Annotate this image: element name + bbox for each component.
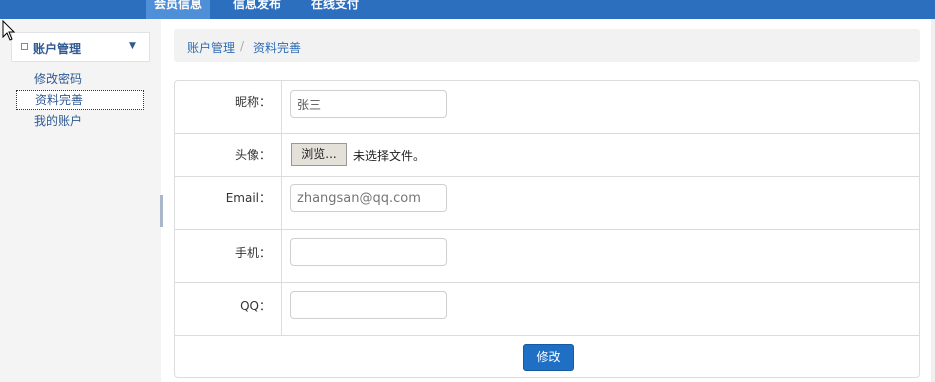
sidebar-section-header[interactable]: 账户管理 ▼ [11,32,150,62]
phone-input[interactable] [290,238,447,266]
file-status-text: 未选择文件。 [353,149,426,163]
breadcrumb: 账户管理 / 资料完善 [174,29,920,62]
scrollbar[interactable] [931,19,935,382]
sidebar-section-title: 账户管理 [33,42,82,56]
form-row-phone: 手机： [175,230,919,283]
sidebar-item-my-account[interactable]: 我的账户 [16,111,144,131]
collapse-box-icon [21,43,28,50]
breadcrumb-item-profile: 资料完善 [253,41,302,55]
nickname-input[interactable] [290,90,447,118]
avatar-label: 头像： [234,148,271,162]
submit-button[interactable]: 修改 [523,344,574,371]
email-input[interactable] [290,184,447,212]
form-row-email: Email： [175,177,919,230]
browse-file-button[interactable]: 浏览... [291,143,347,166]
breadcrumb-separator: / [240,39,245,53]
chevron-down-icon: ▼ [129,41,136,51]
phone-label: 手机： [234,246,271,260]
sidebar-item-change-password[interactable]: 修改密码 [16,69,144,89]
sidebar-item-profile[interactable]: 资料完善 [16,90,144,110]
top-nav-bar: 会员信息 信息发布 在线支付 [0,0,935,19]
sidebar-splitter[interactable] [160,195,163,227]
mouse-cursor-icon [2,20,16,41]
nickname-label: 昵称： [234,95,271,109]
form-row-qq: QQ： [175,283,919,336]
email-label: Email： [225,191,271,205]
form-row-nickname: 昵称： [175,81,919,134]
breadcrumb-item-account[interactable]: 账户管理 [187,39,235,56]
profile-form: 昵称： 头像： 浏览... 未选择文件。 Email： 手机： QQ： 修改 [174,80,920,378]
tab-online-payment[interactable]: 在线支付 [311,0,359,19]
sidebar: 账户管理 ▼ 修改密码 资料完善 我的账户 [0,19,161,382]
qq-label: QQ： [240,299,271,313]
form-row-avatar: 头像： 浏览... 未选择文件。 [175,134,919,177]
tab-member-info[interactable]: 会员信息 [146,0,211,19]
qq-input[interactable] [290,291,447,319]
tab-info-publish[interactable]: 信息发布 [233,0,281,19]
